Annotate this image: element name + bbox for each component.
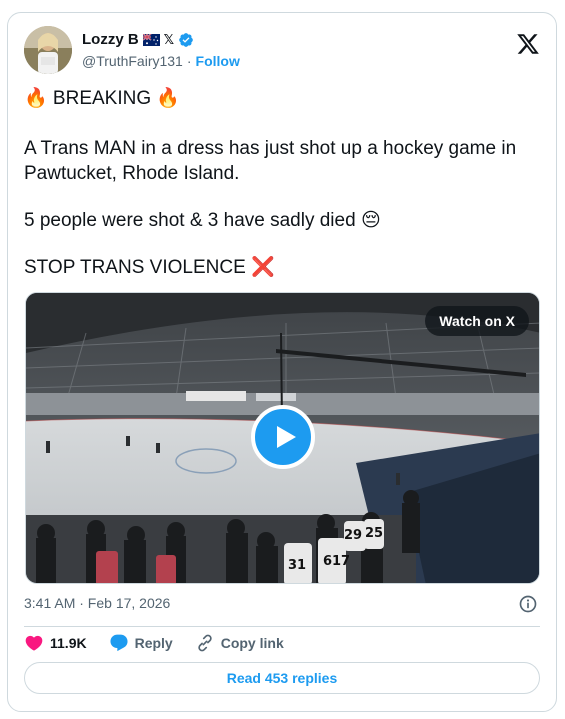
play-button[interactable] xyxy=(251,405,315,469)
jersey-number: 25 xyxy=(365,526,383,541)
likes-count: 11.9K xyxy=(50,635,87,651)
author-handle[interactable]: @TruthFairy131 xyxy=(82,53,183,69)
jersey-number: 31 xyxy=(288,558,306,573)
avatar[interactable] xyxy=(24,26,72,74)
video-player[interactable]: 31 6 17 29 25 Watch on X xyxy=(25,292,540,584)
jersey-number: 6 xyxy=(323,554,332,569)
x-affiliate-badge: 𝕏 xyxy=(163,31,175,47)
copy-link-label: Copy link xyxy=(220,635,284,651)
tweet-header: Lozzy B 𝕏 @TruthFairy131 · Follow xyxy=(24,26,540,76)
timestamp[interactable]: 3:41 AM · Feb 17, 2026 xyxy=(24,595,170,611)
link-icon xyxy=(198,634,212,652)
divider xyxy=(24,626,540,627)
author-name[interactable]: Lozzy B xyxy=(82,31,139,48)
separator-dot: · xyxy=(186,53,192,69)
reply-button[interactable]: Reply xyxy=(109,633,173,653)
tweet-line-slogan: STOP TRANS VIOLENCE ❌ xyxy=(24,257,275,278)
verified-badge-icon xyxy=(179,32,193,47)
play-icon xyxy=(277,426,296,448)
reply-label: Reply xyxy=(134,635,173,651)
tweet-line-breaking: 🔥 BREAKING 🔥 xyxy=(24,88,181,109)
jersey-number: 17 xyxy=(332,554,350,569)
watch-on-x-button[interactable]: Watch on X xyxy=(425,306,529,336)
jersey-number: 29 xyxy=(344,528,362,543)
heart-icon xyxy=(25,635,43,651)
tweet-card: Lozzy B 𝕏 @TruthFairy131 · Follow 🔥 BREA… xyxy=(7,12,557,712)
australia-flag-icon xyxy=(142,33,160,46)
tweet-line-casualties: 5 people were shot & 3 have sadly died 😔 xyxy=(24,210,381,231)
read-replies-button[interactable]: Read 453 replies xyxy=(24,662,540,694)
reply-bubble-icon xyxy=(110,634,128,652)
copy-link-button[interactable]: Copy link xyxy=(195,633,284,653)
author-name-row: Lozzy B 𝕏 xyxy=(82,31,194,48)
x-logo-icon[interactable] xyxy=(516,32,540,56)
tweet-line-body: A Trans MAN in a dress has just shot up … xyxy=(24,138,517,184)
like-button[interactable]: 11.9K xyxy=(24,633,87,653)
action-bar: 11.9K Reply Copy link xyxy=(24,632,306,654)
author-handle-row: @TruthFairy131 · Follow xyxy=(82,53,240,69)
info-icon[interactable] xyxy=(518,594,538,614)
follow-button[interactable]: Follow xyxy=(196,53,240,69)
